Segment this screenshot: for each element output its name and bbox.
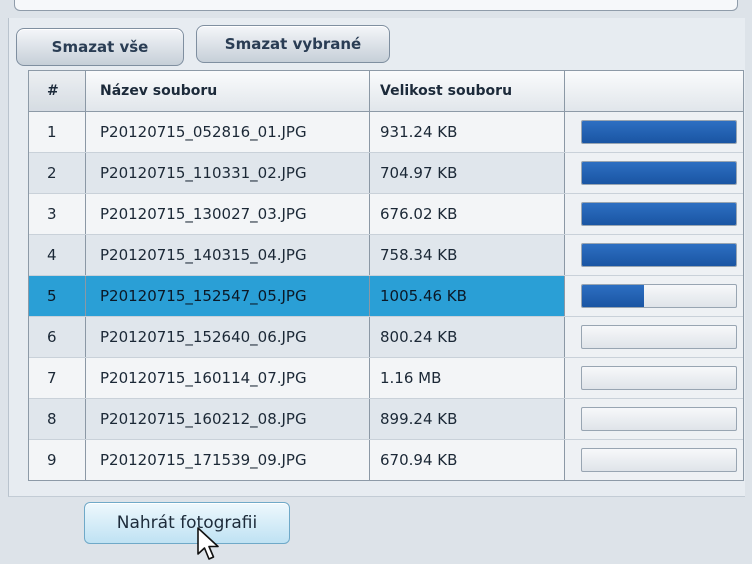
table-row[interactable]: 7 P20120715_160114_07.JPG 1.16 MB bbox=[29, 358, 743, 399]
file-queue-table: # Název souboru Velikost souboru 1 P2012… bbox=[28, 70, 744, 481]
progress-cell bbox=[565, 153, 743, 193]
upload-panel-top bbox=[14, 0, 738, 11]
file-name: P20120715_160114_07.JPG bbox=[86, 358, 370, 398]
upload-progress-bar bbox=[581, 407, 737, 431]
file-name: P20120715_152640_06.JPG bbox=[86, 317, 370, 357]
file-name: P20120715_160212_08.JPG bbox=[86, 399, 370, 439]
upload-progress-bar bbox=[581, 202, 737, 226]
column-header-file-size[interactable]: Velikost souboru bbox=[370, 71, 565, 111]
file-name: P20120715_152547_05.JPG bbox=[86, 276, 370, 316]
file-size: 758.34 KB bbox=[370, 235, 565, 275]
progress-cell bbox=[565, 276, 743, 316]
file-name: P20120715_140315_04.JPG bbox=[86, 235, 370, 275]
progress-cell bbox=[565, 399, 743, 439]
mouse-cursor-icon bbox=[197, 527, 219, 560]
upload-progress-bar bbox=[581, 120, 737, 144]
table-row[interactable]: 1 P20120715_052816_01.JPG 931.24 KB bbox=[29, 112, 743, 153]
file-size: 1.16 MB bbox=[370, 358, 565, 398]
upload-progress-bar bbox=[581, 161, 737, 185]
column-header-number[interactable]: # bbox=[29, 71, 86, 111]
table-header: # Název souboru Velikost souboru bbox=[29, 71, 743, 112]
file-name: P20120715_110331_02.JPG bbox=[86, 153, 370, 193]
row-number: 8 bbox=[29, 399, 86, 439]
row-number: 3 bbox=[29, 194, 86, 234]
progress-cell bbox=[565, 358, 743, 398]
table-row[interactable]: 2 P20120715_110331_02.JPG 704.97 KB bbox=[29, 153, 743, 194]
progress-cell bbox=[565, 112, 743, 152]
row-number: 4 bbox=[29, 235, 86, 275]
upload-progress-bar bbox=[581, 325, 737, 349]
upload-progress-fill bbox=[582, 203, 736, 225]
upload-progress-fill bbox=[582, 121, 736, 143]
progress-cell bbox=[565, 235, 743, 275]
progress-cell bbox=[565, 440, 743, 480]
upload-progress-fill bbox=[582, 244, 736, 266]
table-row[interactable]: 5 P20120715_152547_05.JPG 1005.46 KB bbox=[29, 276, 743, 317]
row-number: 7 bbox=[29, 358, 86, 398]
file-name: P20120715_130027_03.JPG bbox=[86, 194, 370, 234]
progress-cell bbox=[565, 317, 743, 357]
file-size: 800.24 KB bbox=[370, 317, 565, 357]
upload-progress-bar bbox=[581, 448, 737, 472]
upload-photos-button[interactable]: Nahrát fotografii bbox=[84, 502, 290, 544]
file-size: 676.02 KB bbox=[370, 194, 565, 234]
file-name: P20120715_171539_09.JPG bbox=[86, 440, 370, 480]
table-row[interactable]: 4 P20120715_140315_04.JPG 758.34 KB bbox=[29, 235, 743, 276]
upload-progress-fill bbox=[582, 285, 644, 307]
column-header-progress bbox=[565, 71, 743, 111]
progress-cell bbox=[565, 194, 743, 234]
file-size: 899.24 KB bbox=[370, 399, 565, 439]
file-size: 1005.46 KB bbox=[370, 276, 565, 316]
row-number: 9 bbox=[29, 440, 86, 480]
table-row[interactable]: 3 P20120715_130027_03.JPG 676.02 KB bbox=[29, 194, 743, 235]
row-number: 6 bbox=[29, 317, 86, 357]
delete-all-button[interactable]: Smazat vše bbox=[16, 28, 184, 66]
file-name: P20120715_052816_01.JPG bbox=[86, 112, 370, 152]
upload-progress-fill bbox=[582, 162, 736, 184]
table-row[interactable]: 8 P20120715_160212_08.JPG 899.24 KB bbox=[29, 399, 743, 440]
upload-progress-bar bbox=[581, 366, 737, 390]
column-header-file-name[interactable]: Název souboru bbox=[86, 71, 370, 111]
row-number: 2 bbox=[29, 153, 86, 193]
row-number: 1 bbox=[29, 112, 86, 152]
upload-progress-bar bbox=[581, 284, 737, 308]
table-row[interactable]: 9 P20120715_171539_09.JPG 670.94 KB bbox=[29, 440, 743, 480]
table-row[interactable]: 6 P20120715_152640_06.JPG 800.24 KB bbox=[29, 317, 743, 358]
row-number: 5 bbox=[29, 276, 86, 316]
file-size: 670.94 KB bbox=[370, 440, 565, 480]
delete-selected-button[interactable]: Smazat vybrané bbox=[196, 25, 390, 63]
upload-progress-bar bbox=[581, 243, 737, 267]
file-size: 704.97 KB bbox=[370, 153, 565, 193]
file-size: 931.24 KB bbox=[370, 112, 565, 152]
